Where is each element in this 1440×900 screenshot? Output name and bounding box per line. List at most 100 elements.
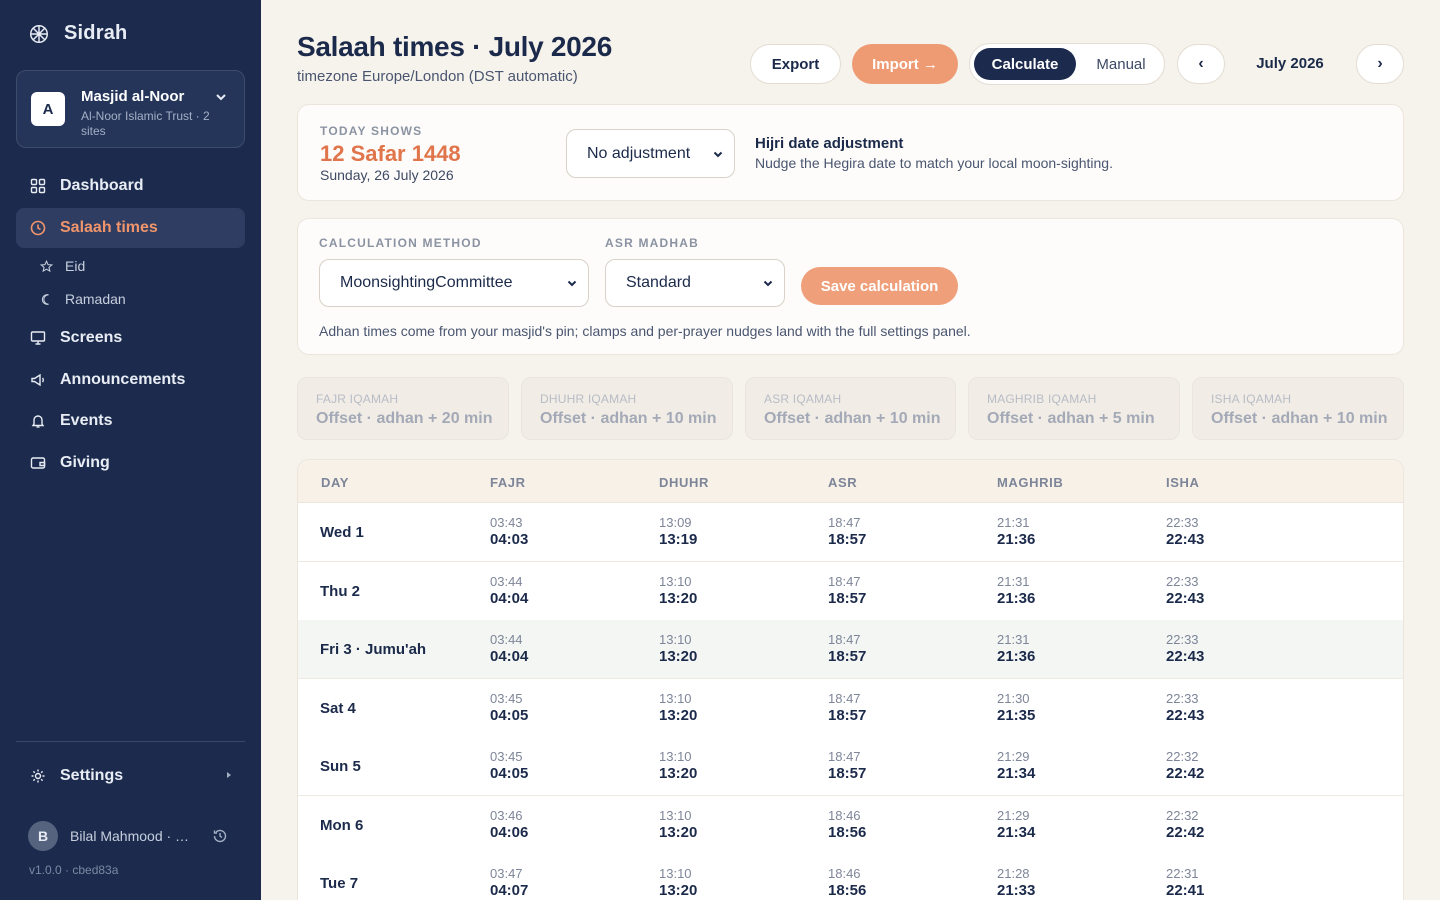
column-header-asr: ASR (828, 475, 858, 490)
chevron-down-icon (216, 94, 226, 101)
fajr-cell: 03:46 04:06 (490, 808, 528, 842)
isha-adhan-time: 22:33 (1166, 632, 1199, 647)
fajr-iqamah-time: 04:04 (490, 589, 529, 607)
tree-logo-icon (30, 24, 48, 43)
sidebar-subitem-ramadan[interactable]: Ramadan (40, 289, 126, 309)
table-row[interactable]: Wed 1 03:43 04:03 13:09 13:19 18:47 18:57 21:31… (298, 503, 1403, 562)
day-cell: Sun 5 (320, 758, 361, 775)
asr-iqamah-time: 18:56 (828, 823, 867, 841)
dhuhr-adhan-time: 13:10 (659, 807, 692, 823)
column-header-dhuhr: DHUHR (659, 475, 709, 490)
table-row[interactable]: Sat 4 03:45 04:05 13:10 13:20 18:47 18:57 21:30… (298, 678, 1403, 738)
asr-iqamah-time: 18:56 (828, 882, 867, 899)
sidebar-subitem-eid[interactable]: Eid (40, 256, 85, 276)
sidebar-item-salaah-times[interactable]: Salaah times (16, 208, 245, 248)
brand[interactable]: Sidrah (28, 22, 127, 45)
dhuhr-adhan-time: 13:10 (659, 632, 692, 647)
fajr-cell: 03:45 04:05 (490, 749, 528, 783)
iqamah-card-dhuhr[interactable]: DHUHR IQAMAH Offset · adhan + 10 min (521, 377, 733, 440)
day-cell: Mon 6 (320, 816, 364, 834)
history-icon[interactable] (212, 828, 228, 844)
today-label: TODAY SHOWS (320, 124, 423, 138)
sidebar-item-dashboard[interactable]: Dashboard (16, 166, 245, 206)
fajr-iqamah-time: 04:07 (490, 882, 529, 899)
column-header-fajr: FAJR (490, 475, 526, 490)
select-value: MoonsightingCommittee (340, 274, 513, 291)
manual-tab[interactable]: Manual (1080, 48, 1162, 80)
iqamah-value: Offset · adhan + 10 min (764, 410, 941, 427)
star-icon (40, 259, 53, 272)
iqamah-card-maghrib[interactable]: MAGHRIB IQAMAH Offset · adhan + 5 min (968, 377, 1180, 440)
maghrib-cell: 21:28 21:33 (997, 866, 1035, 900)
dhuhr-iqamah-time: 13:20 (659, 823, 698, 841)
isha-adhan-time: 22:32 (1166, 749, 1199, 764)
fajr-iqamah-time: 04:05 (490, 765, 529, 782)
maghrib-adhan-time: 21:29 (997, 749, 1030, 764)
iqamah-card-asr[interactable]: ASR IQAMAH Offset · adhan + 10 min (745, 377, 956, 440)
fajr-cell: 03:44 04:04 (490, 574, 528, 608)
sidebar-item-screens[interactable]: Screens (16, 318, 245, 358)
next-month-button[interactable]: › (1356, 44, 1404, 84)
select-value: No adjustment (587, 144, 691, 162)
dhuhr-cell: 13:10 13:20 (659, 691, 697, 725)
asr-cell: 18:47 18:57 (828, 632, 866, 666)
maghrib-adhan-time: 21:31 (997, 573, 1030, 589)
table-row[interactable]: Mon 6 03:46 04:06 13:10 13:20 18:46 18:56 21:29… (298, 795, 1403, 855)
iqamah-value: Offset · adhan + 10 min (540, 410, 717, 427)
asr-iqamah-time: 18:57 (828, 765, 867, 782)
export-button[interactable]: Export (750, 44, 841, 84)
asr-madhab-select[interactable]: Standard (605, 259, 785, 307)
iqamah-label: DHUHR IQAMAH (540, 392, 637, 406)
maghrib-iqamah-time: 21:35 (997, 706, 1036, 724)
save-calculation-button[interactable]: Save calculation (801, 267, 958, 305)
dhuhr-cell: 13:10 13:20 (659, 808, 697, 842)
select-value: Standard (626, 274, 691, 291)
fajr-adhan-time: 03:45 (490, 690, 523, 706)
isha-iqamah-time: 22:43 (1166, 531, 1205, 548)
maghrib-cell: 21:31 21:36 (997, 515, 1035, 549)
dhuhr-cell: 13:10 13:20 (659, 632, 697, 666)
maghrib-iqamah-time: 21:36 (997, 531, 1036, 548)
sidebar-item-settings[interactable]: Settings (16, 756, 245, 796)
table-row[interactable]: Fri 3 · Jumu'ah 03:44 04:04 13:10 13:20 18:47… (298, 620, 1403, 679)
asr-adhan-time: 18:46 (828, 866, 861, 881)
calculate-tab[interactable]: Calculate (974, 48, 1076, 80)
chevron-down-icon (713, 151, 723, 157)
bell-icon (31, 415, 45, 428)
table-row[interactable]: Sun 5 03:45 04:05 13:10 13:20 18:47 18:57 21:29… (298, 737, 1403, 796)
org-switcher[interactable]: A Masjid al-Noor Al-Noor Islamic Trust ·… (16, 70, 245, 148)
clock-icon (30, 220, 46, 236)
table-row[interactable]: Tue 7 03:47 04:07 13:10 13:20 18:46 18:56 21:28… (298, 854, 1403, 900)
sidebar-item-events[interactable]: Events (16, 401, 245, 441)
isha-iqamah-time: 22:42 (1166, 823, 1205, 841)
version-label: v1.0.0 · cbed83a (29, 863, 119, 877)
crescent-icon (41, 293, 49, 305)
import-button[interactable]: Import → (852, 44, 958, 84)
isha-cell: 22:33 22:43 (1166, 515, 1204, 549)
column-header-maghrib: MAGHRIB (997, 475, 1064, 490)
hijri-adjustment-select[interactable]: No adjustment (566, 129, 735, 178)
asr-iqamah-time: 18:57 (828, 648, 867, 665)
caret-right-icon (227, 772, 231, 778)
table-row[interactable]: Thu 2 03:44 04:04 13:10 13:20 18:47 18:57 21:31… (298, 561, 1403, 621)
prayer-times-table: DAY FAJR DHUHR ASR MAGHRIB ISHA Wed 1 03:… (297, 459, 1404, 900)
sidebar-subitem-label: Eid (65, 258, 86, 274)
sidebar: Sidrah A Masjid al-Noor Al-Noor Islamic … (0, 0, 261, 900)
iqamah-card-fajr[interactable]: FAJR IQAMAH Offset · adhan + 20 min (297, 377, 509, 440)
maghrib-iqamah-time: 21:34 (997, 823, 1036, 841)
prev-month-button[interactable]: ‹ (1177, 44, 1225, 84)
page-subtitle: timezone Europe/London (DST automatic) (297, 68, 578, 85)
sidebar-item-announcements[interactable]: Announcements (16, 360, 245, 400)
sidebar-item-giving[interactable]: Giving (16, 443, 245, 483)
maghrib-iqamah-time: 21:36 (997, 648, 1036, 665)
user-menu[interactable]: B Bilal Mahmood · a... (28, 821, 228, 851)
calculation-method-select[interactable]: MoonsightingCommittee (319, 259, 589, 307)
maghrib-adhan-time: 21:30 (997, 690, 1030, 706)
iqamah-card-isha[interactable]: ISHA IQAMAH Offset · adhan + 10 min (1192, 377, 1404, 440)
iqamah-value: Offset · adhan + 20 min (316, 410, 493, 427)
iqamah-label: ISHA IQAMAH (1211, 392, 1292, 406)
day-cell: Fri 3 · Jumu'ah (320, 641, 427, 658)
user-name: Bilal Mahmood · a... (70, 828, 194, 844)
monitor-icon (30, 331, 46, 345)
isha-cell: 22:31 22:41 (1166, 866, 1204, 900)
